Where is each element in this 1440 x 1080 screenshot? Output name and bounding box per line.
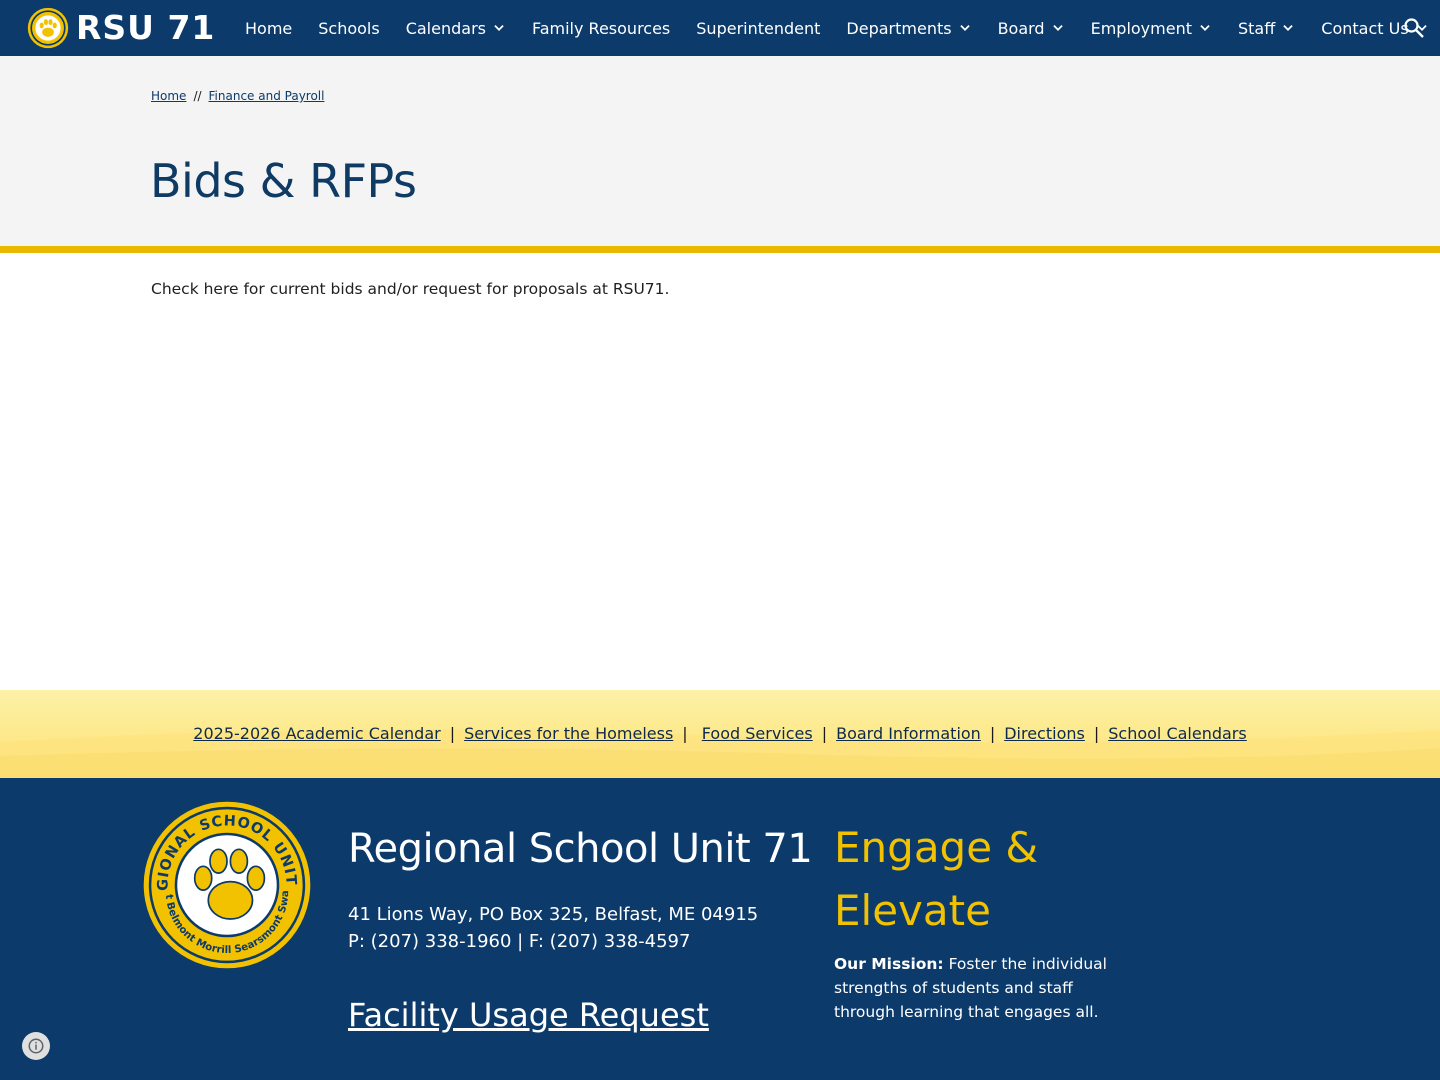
header-divider [0, 246, 1440, 253]
link-separator: | [821, 724, 828, 743]
link-separator: | [989, 724, 996, 743]
brand-home-link[interactable]: RSU 71 [27, 7, 215, 49]
nav-label: Contact Us [1321, 18, 1409, 38]
nav-item-calendars[interactable]: Calendars [393, 0, 519, 56]
brand-name: RSU 71 [76, 8, 216, 47]
phone-fax: P: (207) 338-1960 | F: (207) 338-4597 [348, 931, 691, 952]
nav-item-schools[interactable]: Schools [305, 0, 392, 56]
quick-link-directions[interactable]: Directions [1004, 724, 1085, 743]
nav-item-family-resources[interactable]: Family Resources [519, 0, 683, 56]
quick-links-band: 2025-2026 Academic Calendar | Services for… [0, 690, 1440, 778]
chevron-down-icon[interactable] [958, 21, 972, 35]
breadcrumb-finance-link[interactable]: Finance and Payroll [209, 89, 325, 103]
nav-item-departments[interactable]: Departments [833, 0, 984, 56]
link-separator: | [449, 724, 456, 743]
mailing-address: 41 Lions Way, PO Box 325, Belfast, ME 04… [348, 904, 759, 925]
site-footer: REGIONAL SCHOOL UNIT 71 Belfast Belmont … [0, 778, 1440, 1080]
top-navigation: RSU 71 Home Schools Calendars Family Res… [0, 0, 1440, 56]
quick-link-food-services[interactable]: Food Services [702, 724, 813, 743]
nav-item-home[interactable]: Home [232, 0, 305, 56]
link-separator: | [1093, 724, 1100, 743]
site-info-button[interactable] [22, 1032, 50, 1060]
link-separator: | [682, 724, 688, 743]
nav-label: Schools [318, 18, 380, 38]
nav-label: Superintendent [696, 18, 821, 38]
nav-item-superintendent[interactable]: Superintendent [683, 0, 833, 56]
mission-label: Our Mission: [834, 955, 944, 973]
page-header: Home // Finance and Payroll Bids & RFPs [0, 56, 1440, 246]
info-icon [28, 1038, 44, 1054]
quick-link-school-calendars[interactable]: School Calendars [1108, 724, 1246, 743]
breadcrumb-home-link[interactable]: Home [151, 89, 186, 103]
nav-label: Departments [846, 18, 952, 38]
chevron-down-icon[interactable] [1198, 21, 1212, 35]
mission-statement: Our Mission: Foster the individual stren… [834, 952, 1114, 1024]
chevron-down-icon[interactable] [492, 21, 506, 35]
chevron-down-icon[interactable] [1281, 21, 1295, 35]
nav-label: Board [997, 18, 1045, 38]
nav-item-staff[interactable]: Staff [1225, 0, 1308, 56]
search-icon[interactable] [1402, 16, 1426, 40]
nav-label: Employment [1090, 18, 1192, 38]
school-seal-icon [27, 7, 69, 49]
nav-item-employment[interactable]: Employment [1078, 0, 1225, 56]
nav-label: Home [245, 18, 293, 38]
organization-name: Regional School Unit 71 [348, 826, 813, 872]
breadcrumb-separator: // [193, 89, 202, 103]
paw-seal-logo: REGIONAL SCHOOL UNIT 71 Belfast Belmont … [142, 800, 311, 969]
page-title: Bids & RFPs [150, 154, 417, 208]
breadcrumb: Home // Finance and Payroll [151, 89, 324, 103]
quick-link-homeless-services[interactable]: Services for the Homeless [464, 724, 673, 743]
motto: Engage & Elevate [834, 823, 1039, 935]
quick-links: 2025-2026 Academic Calendar | Services for… [0, 724, 1440, 743]
main-menu: Home Schools Calendars Family Resources … [232, 0, 1440, 56]
quick-link-board-information[interactable]: Board Information [836, 724, 981, 743]
intro-text: Check here for current bids and/or reque… [151, 280, 670, 298]
nav-label: Family Resources [531, 18, 671, 38]
nav-label: Calendars [405, 18, 486, 38]
contact-info: 41 Lions Way, PO Box 325, Belfast, ME 04… [348, 901, 758, 955]
facility-usage-request-link[interactable]: Facility Usage Request [348, 996, 709, 1034]
quick-link-academic-calendar[interactable]: 2025-2026 Academic Calendar [193, 724, 440, 743]
nav-item-board[interactable]: Board [985, 0, 1078, 56]
chevron-down-icon[interactable] [1051, 21, 1065, 35]
nav-label: Staff [1238, 18, 1276, 38]
